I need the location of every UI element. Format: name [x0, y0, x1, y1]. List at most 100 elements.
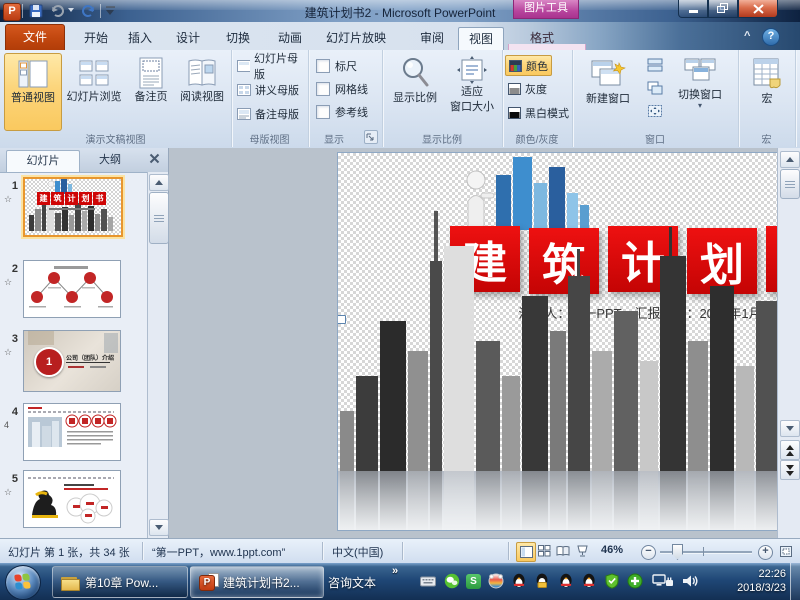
- tab-slides[interactable]: 幻灯片: [6, 150, 80, 172]
- tab-home[interactable]: 开始: [74, 27, 118, 50]
- thumbnails-scroll-down[interactable]: [149, 519, 169, 536]
- language-indicator[interactable]: 中文(中国): [332, 544, 383, 560]
- taskbar-item-powerpoint[interactable]: P 建筑计划书2...: [190, 566, 324, 598]
- cascade-button[interactable]: [644, 78, 666, 97]
- fit-slide-icon: [779, 545, 793, 558]
- ruler-checkbox[interactable]: 标尺: [316, 58, 357, 74]
- redo-icon[interactable]: [80, 3, 96, 19]
- slide-thumbnail-5[interactable]: [23, 470, 121, 528]
- selection-handle-left[interactable]: [337, 315, 346, 324]
- thumbnails-scrollbar: [147, 172, 168, 538]
- notes-page-icon: [136, 57, 166, 89]
- close-panel-icon[interactable]: [148, 152, 161, 168]
- grayscale-button[interactable]: 灰度: [505, 79, 550, 98]
- sogou-icon[interactable]: S: [466, 574, 481, 589]
- tab-outline[interactable]: 大纲: [82, 150, 138, 171]
- zoom-slider-handle[interactable]: [672, 544, 683, 560]
- handout-master-button[interactable]: 讲义母版: [234, 80, 302, 99]
- slide-sorter-toggle[interactable]: [535, 542, 553, 560]
- thumbnails-scroll-up[interactable]: [149, 174, 169, 191]
- windows-flag-icon: [14, 573, 32, 591]
- zoom-out-button[interactable]: −: [641, 545, 656, 560]
- move-split-button[interactable]: [644, 101, 666, 120]
- slide-thumbnail-3[interactable]: 1 公司（团队）介绍: [23, 330, 121, 392]
- taskbar-clock[interactable]: 22:26 2018/3/23: [737, 567, 786, 595]
- save-icon[interactable]: [28, 3, 44, 19]
- editor-scroll-thumb[interactable]: [780, 169, 800, 199]
- editor-scroll-up[interactable]: [780, 151, 800, 168]
- reading-view-button[interactable]: 阅读视图: [176, 53, 228, 129]
- guides-checkbox[interactable]: 参考线: [316, 104, 368, 120]
- gridlines-checkbox[interactable]: 网格线: [316, 81, 368, 97]
- qq-icon[interactable]: [511, 573, 527, 589]
- previous-slide-button[interactable]: [780, 440, 800, 460]
- normal-view-button[interactable]: 普通视图: [4, 53, 62, 131]
- slideshow-toggle[interactable]: [573, 542, 591, 560]
- tab-file[interactable]: 文件: [5, 24, 65, 52]
- minimize-icon: [689, 10, 698, 13]
- animation-star-icon: 4: [4, 420, 20, 430]
- qq-folder-icon[interactable]: [534, 573, 550, 589]
- close-button[interactable]: [738, 0, 778, 18]
- browser-bear-icon[interactable]: [488, 573, 504, 589]
- volume-icon[interactable]: [682, 573, 698, 589]
- zoom-in-button[interactable]: +: [758, 545, 773, 560]
- reading-view-toggle[interactable]: [554, 542, 572, 560]
- taskbar-item-folder[interactable]: 第10章 Pow...: [52, 566, 188, 598]
- tab-review[interactable]: 审阅: [410, 27, 454, 50]
- start-button[interactable]: [5, 565, 41, 600]
- minimize-button[interactable]: [678, 0, 708, 18]
- restore-button[interactable]: [708, 0, 738, 18]
- tab-insert[interactable]: 插入: [118, 27, 162, 50]
- macros-button[interactable]: 宏: [747, 53, 787, 129]
- tab-animations[interactable]: 动画: [268, 27, 312, 50]
- tab-transitions[interactable]: 切换: [216, 27, 260, 50]
- theme-name[interactable]: “第一PPT，www.1ppt.com”: [152, 544, 285, 560]
- network-icon[interactable]: [652, 573, 674, 589]
- undo-icon[interactable]: [50, 3, 66, 19]
- zoom-button[interactable]: 显示比例: [388, 53, 442, 129]
- fit-slide-to-window-button[interactable]: [777, 542, 795, 560]
- qq-icon[interactable]: [558, 573, 574, 589]
- tab-slideshow[interactable]: 幻灯片放映: [316, 27, 396, 50]
- slide-canvas[interactable]: 建 筑 计 划 书 汇报人：第一PPT 汇报时间：2019年1月: [337, 152, 800, 531]
- powerpoint-app-icon[interactable]: P: [3, 3, 21, 21]
- show-desktop-button[interactable]: [790, 563, 800, 600]
- editor-scroll-down[interactable]: [780, 420, 800, 437]
- slide-thumbnail-2[interactable]: [23, 260, 121, 318]
- group-window: 新建窗口 切换窗口 ▾ 窗口: [572, 50, 739, 147]
- normal-view-toggle[interactable]: [516, 542, 536, 562]
- health-plus-icon[interactable]: [627, 573, 643, 589]
- thumbnails-scroll-thumb[interactable]: [149, 192, 169, 244]
- fit-to-window-button[interactable]: 适应 窗口大小: [446, 53, 498, 129]
- notes-master-button[interactable]: 备注母版: [234, 104, 302, 123]
- normal-view-small-icon: [520, 546, 533, 558]
- black-white-button[interactable]: 黑白模式: [505, 103, 572, 122]
- notes-page-button[interactable]: 备注页: [128, 53, 174, 129]
- tab-design[interactable]: 设计: [166, 27, 210, 50]
- antivirus-shield-icon[interactable]: [604, 573, 620, 589]
- slide-master-button[interactable]: 幻灯片母版: [234, 56, 308, 75]
- arrange-all-button[interactable]: [644, 55, 666, 74]
- black-white-icon: [508, 107, 521, 119]
- slide-thumbnail-1[interactable]: 建 筑 计 划 书: [23, 177, 123, 237]
- ime-keyboard-icon[interactable]: [420, 573, 436, 589]
- color-button[interactable]: 颜色: [505, 55, 552, 76]
- group-color-grayscale: 颜色 灰度 黑白模式 颜色/灰度: [502, 50, 573, 147]
- tab-view[interactable]: 视图: [458, 27, 504, 51]
- help-icon[interactable]: ?: [762, 28, 780, 46]
- normal-view-icon: [18, 58, 48, 90]
- band-overflow-chevron[interactable]: »: [392, 565, 398, 577]
- slide-thumbnail-4[interactable]: [23, 403, 121, 461]
- next-slide-button[interactable]: [780, 460, 800, 480]
- tab-format[interactable]: 格式: [520, 27, 564, 50]
- taskbar-band-label[interactable]: 咨询文本: [328, 574, 376, 591]
- wechat-icon[interactable]: [444, 573, 460, 589]
- slide-sorter-button[interactable]: 幻灯片浏览: [62, 53, 126, 129]
- qq-icon[interactable]: [581, 573, 597, 589]
- switch-windows-button[interactable]: 切换窗口 ▾: [668, 53, 732, 129]
- collapse-ribbon-icon[interactable]: ^: [744, 30, 750, 42]
- zoom-percentage[interactable]: 46%: [601, 544, 623, 556]
- powerpoint-window: P 建筑计划书2 - Microsoft PowerPoint 图片工具: [0, 0, 800, 600]
- new-window-button[interactable]: 新建窗口: [580, 53, 636, 129]
